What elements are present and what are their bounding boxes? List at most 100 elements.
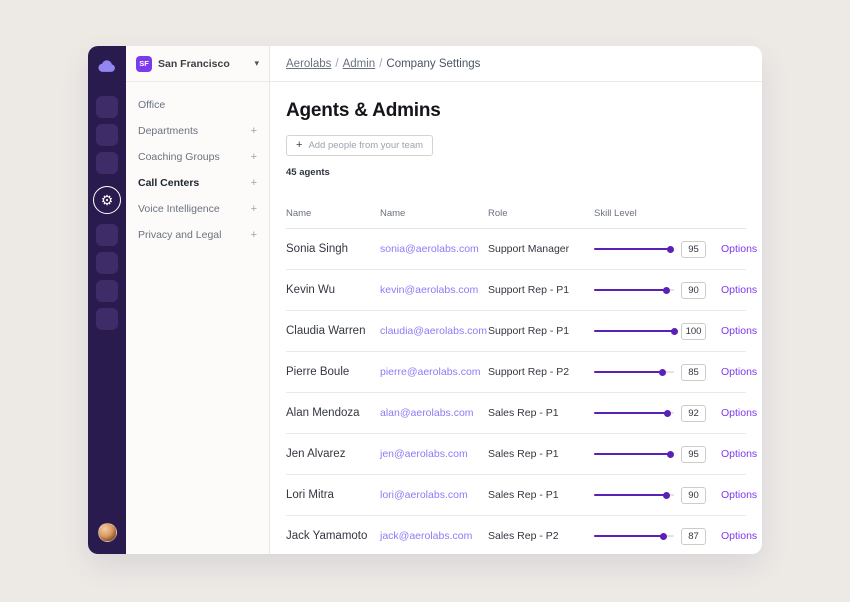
add-people-button-label: Add people from your team [308,140,423,151]
sidebar: SF San Francisco ▾ Office + Departments … [126,46,270,554]
agent-email-link[interactable]: jack@aerolabs.com [380,530,488,542]
rail-nav-icon-7[interactable] [96,308,118,330]
sidebar-item-call-centers[interactable]: Call Centers + [126,170,269,196]
skill-slider-fill [594,371,662,373]
breadcrumb-link-admin[interactable]: Admin [343,58,376,70]
sidebar-items: Office + Departments + Coaching Groups +… [126,82,269,258]
sidebar-item-office[interactable]: Office + [126,92,269,118]
plus-icon[interactable]: + [251,126,257,137]
table-header-row: Name Name Role Skill Level [286,198,746,229]
options-link[interactable]: Options [721,407,757,419]
agent-email-link[interactable]: lori@aerolabs.com [380,489,488,501]
agent-name: Lori Mitra [286,489,380,501]
skill-slider-thumb[interactable] [664,410,671,417]
plus-icon[interactable]: + [251,230,257,241]
skill-slider[interactable] [594,412,674,414]
user-avatar[interactable] [98,523,117,542]
settings-gear-icon[interactable]: ⚙ [93,186,121,214]
skill-slider-fill [594,535,664,537]
skill-slider[interactable] [594,289,674,291]
add-people-button[interactable]: + Add people from your team [286,135,433,156]
agent-email-link[interactable]: alan@aerolabs.com [380,407,488,419]
skill-slider-thumb[interactable] [663,492,670,499]
skill-value-box[interactable]: 100 [681,323,706,340]
skill-slider-thumb[interactable] [671,328,678,335]
main-panel: Aerolabs / Admin / Company Settings Agen… [270,46,762,554]
agent-email-link[interactable]: claudia@aerolabs.com [380,325,488,337]
rail-nav-icon-2[interactable] [96,124,118,146]
options-link[interactable]: Options [721,448,757,460]
agent-name: Sonia Singh [286,243,380,255]
breadcrumb-current: Company Settings [386,58,480,70]
skill-slider-fill [594,412,668,414]
rail-nav-icon-1[interactable] [96,96,118,118]
skill-value-box[interactable]: 90 [681,487,706,504]
skill-cell: 92 Options [594,405,757,422]
plus-icon[interactable]: + [251,152,257,163]
skill-value-box[interactable]: 90 [681,282,706,299]
skill-value-box[interactable]: 92 [681,405,706,422]
options-link[interactable]: Options [721,325,757,337]
skill-slider-thumb[interactable] [663,287,670,294]
skill-slider[interactable] [594,453,674,455]
sidebar-item-coaching-groups[interactable]: Coaching Groups + [126,144,269,170]
options-link[interactable]: Options [721,530,757,542]
sidebar-item-label: Office [138,99,165,111]
rail-nav-icon-3[interactable] [96,152,118,174]
agent-email-link[interactable]: pierre@aerolabs.com [380,366,488,378]
org-switcher[interactable]: SF San Francisco ▾ [126,46,269,82]
skill-value-box[interactable]: 95 [681,446,706,463]
skill-slider-fill [594,330,674,332]
skill-slider-fill [594,494,666,496]
skill-slider-thumb[interactable] [667,451,674,458]
skill-slider[interactable] [594,535,674,537]
skill-value-box[interactable]: 85 [681,364,706,381]
agent-role: Sales Rep - P1 [488,489,594,501]
plus-icon[interactable]: + [251,178,257,189]
rail-nav-icon-5[interactable] [96,252,118,274]
agent-email-link[interactable]: kevin@aerolabs.com [380,284,488,296]
sidebar-item-label: Departments [138,125,198,137]
agent-role: Sales Rep - P1 [488,448,594,460]
skill-value-box[interactable]: 95 [681,241,706,258]
agent-name: Jack Yamamoto [286,530,380,542]
skill-slider[interactable] [594,371,674,373]
agent-email-link[interactable]: sonia@aerolabs.com [380,243,488,255]
sidebar-item-departments[interactable]: Departments + [126,118,269,144]
org-name: San Francisco [158,58,248,70]
agent-name: Claudia Warren [286,325,380,337]
options-link[interactable]: Options [721,489,757,501]
skill-slider[interactable] [594,494,674,496]
skill-value-box[interactable]: 87 [681,528,706,545]
skill-cell: 95 Options [594,446,757,463]
app-window: ⚙ SF San Francisco ▾ Office + Department… [88,46,762,554]
skill-slider-thumb[interactable] [667,246,674,253]
sidebar-item-label: Call Centers [138,177,199,189]
icon-rail: ⚙ [88,46,126,554]
skill-slider[interactable] [594,330,674,332]
rail-nav-icon-4[interactable] [96,224,118,246]
agent-role: Support Manager [488,243,594,255]
rail-nav-icon-6[interactable] [96,280,118,302]
skill-slider[interactable] [594,248,674,250]
breadcrumb-separator: / [335,58,338,70]
options-link[interactable]: Options [721,284,757,296]
plus-icon[interactable]: + [251,204,257,215]
table-row: Sonia Singh sonia@aerolabs.com Support M… [286,229,746,270]
sidebar-item-privacy-and-legal[interactable]: Privacy and Legal + [126,222,269,248]
column-header-skill-level: Skill Level [594,208,746,219]
agent-email-link[interactable]: jen@aerolabs.com [380,448,488,460]
options-link[interactable]: Options [721,366,757,378]
table-body: Sonia Singh sonia@aerolabs.com Support M… [286,229,746,554]
options-link[interactable]: Options [721,243,757,255]
table-row: Pierre Boule pierre@aerolabs.com Support… [286,352,746,393]
skill-cell: 90 Options [594,282,757,299]
sidebar-item-voice-intelligence[interactable]: Voice Intelligence + [126,196,269,222]
agent-role: Sales Rep - P1 [488,407,594,419]
sidebar-item-label: Coaching Groups [138,151,220,163]
agent-role: Support Rep - P1 [488,284,594,296]
sidebar-item-label: Voice Intelligence [138,203,220,215]
breadcrumb-link-aerolabs[interactable]: Aerolabs [286,58,331,70]
skill-slider-thumb[interactable] [659,369,666,376]
skill-slider-thumb[interactable] [660,533,667,540]
